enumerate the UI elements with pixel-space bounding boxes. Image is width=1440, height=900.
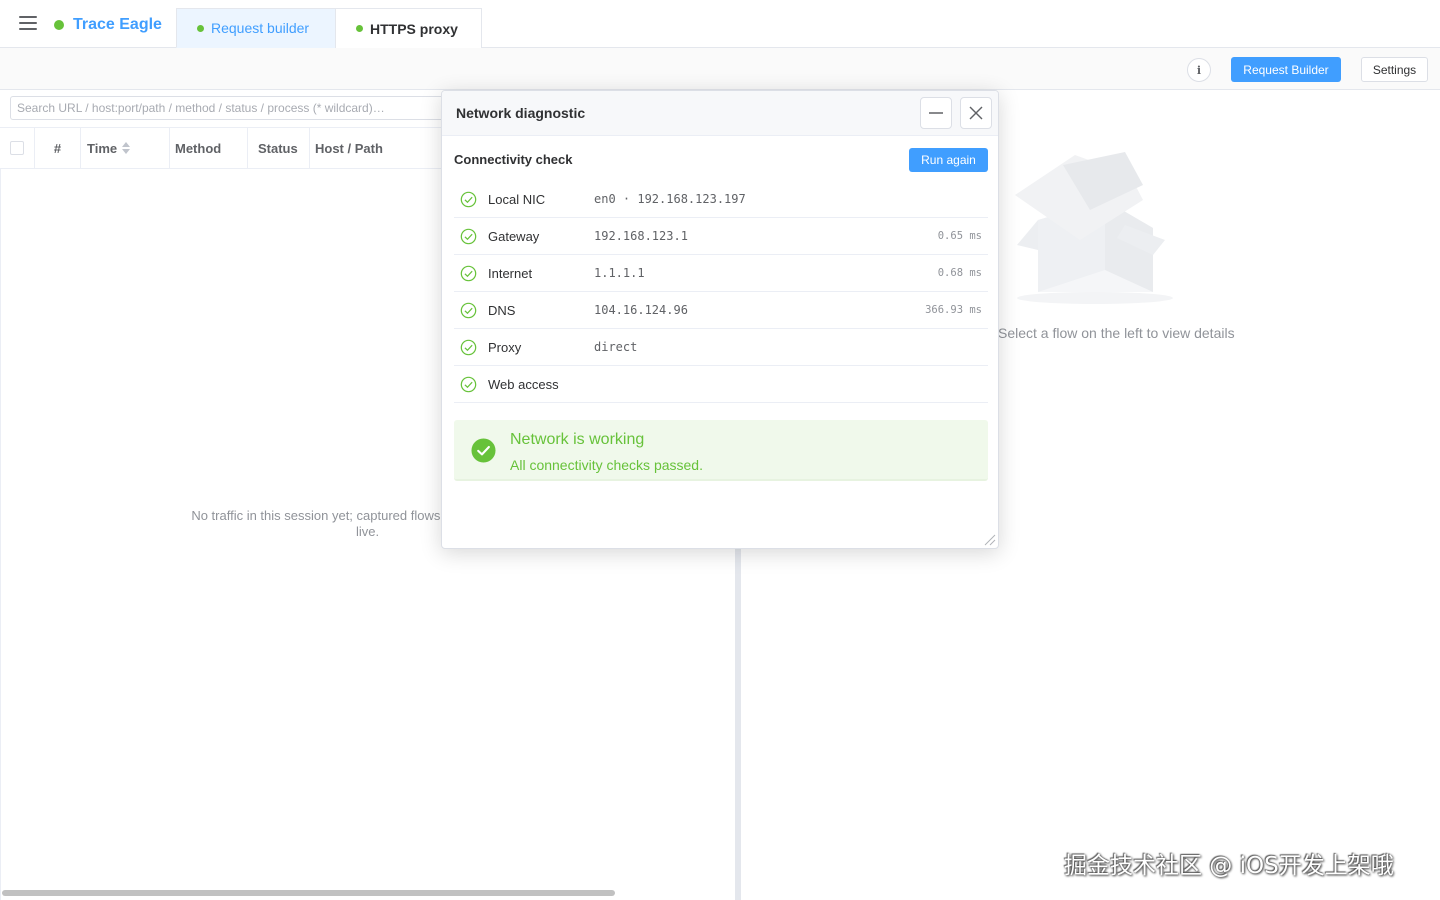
minimize-icon [929, 112, 943, 114]
check-value: 1.1.1.1 [594, 266, 645, 280]
check-value: 104.16.124.96 [594, 303, 688, 317]
check-name: Local NIC [488, 192, 546, 207]
minimize-button[interactable] [920, 97, 952, 129]
column-header-status[interactable]: Status [248, 128, 310, 168]
check-circle-icon [460, 228, 477, 245]
toolbar: i Request Builder Settings [0, 48, 1440, 90]
status-dot-icon [54, 20, 64, 30]
tab-status-dot-icon [197, 24, 204, 32]
check-row-local-nic: Local NIC en0 · 192.168.123.197 [454, 181, 988, 218]
check-value: en0 · 192.168.123.197 [594, 192, 746, 206]
watermark: 掘金技术社区 @ iOS开发上架哦 [1064, 853, 1394, 879]
check-value: direct [594, 340, 638, 354]
dialog-title: Network diagnostic [456, 105, 586, 121]
close-button[interactable] [960, 97, 992, 129]
check-value: 192.168.123.1 [594, 229, 688, 243]
check-name: DNS [488, 303, 516, 318]
panel-border [0, 127, 1, 900]
tab-status-dot-icon [356, 25, 363, 32]
check-circle-icon [460, 339, 477, 356]
check-row-proxy: Proxy direct [454, 329, 988, 366]
success-check-icon [471, 438, 496, 463]
detail-empty-hint: Select a flow on the left to view detail… [998, 325, 1235, 341]
column-header-time[interactable]: Time [81, 128, 170, 168]
check-list: Local NIC en0 · 192.168.123.197 Gateway … [454, 181, 988, 403]
sort-icon[interactable] [122, 142, 131, 154]
tab-https-proxy[interactable]: HTTPS proxy [335, 8, 482, 48]
column-header-method[interactable]: Method [170, 128, 248, 168]
tab-label: HTTPS proxy [370, 20, 458, 37]
tab-label: Request builder [211, 20, 310, 36]
app-name: Trace Eagle [73, 16, 162, 33]
request-builder-button[interactable]: Request Builder [1231, 57, 1341, 82]
search-input[interactable] [10, 96, 450, 120]
run-again-button[interactable]: Run again [909, 148, 988, 172]
empty-box-icon [1015, 152, 1173, 304]
select-all-cell [0, 128, 35, 168]
column-header-host-path[interactable]: Host / Path [310, 128, 441, 168]
result-subtitle: All connectivity checks passed. [510, 457, 703, 473]
app-brand: Trace Eagle [54, 15, 162, 35]
column-header-index[interactable]: # [35, 128, 81, 168]
check-circle-icon [460, 265, 477, 282]
column-label: Method [175, 140, 222, 156]
check-circle-icon [460, 302, 477, 319]
settings-button[interactable]: Settings [1361, 57, 1428, 82]
select-all-checkbox[interactable] [10, 141, 24, 155]
horizontal-scrollbar[interactable] [2, 890, 615, 896]
check-circle-icon [460, 191, 477, 208]
check-row-internet: Internet 1.1.1.1 0.68 ms [454, 255, 988, 292]
hamburger-menu-icon[interactable] [19, 16, 37, 32]
info-icon[interactable]: i [1187, 58, 1211, 82]
network-diagnostic-dialog: Network diagnostic Connectivity check Ru… [441, 90, 999, 549]
tab-request-builder[interactable]: Request builder [176, 8, 336, 48]
check-row-dns: DNS 104.16.124.96 366.93 ms [454, 292, 988, 329]
column-label: Host / Path [315, 140, 383, 156]
check-row-gateway: Gateway 192.168.123.1 0.65 ms [454, 218, 988, 255]
section-title: Connectivity check [454, 152, 573, 167]
close-icon [969, 106, 983, 120]
check-name: Web access [488, 377, 559, 392]
check-name: Internet [488, 266, 533, 281]
top-bar: Trace Eagle Request builder HTTPS proxy [0, 0, 1440, 48]
resize-grip-icon[interactable] [982, 532, 996, 546]
dialog-header[interactable]: Network diagnostic [442, 91, 998, 136]
result-banner: Network is working All connectivity chec… [454, 420, 988, 481]
check-row-web-access: Web access [454, 366, 988, 403]
check-name: Proxy [488, 340, 522, 355]
check-latency: 0.68 ms [937, 267, 982, 279]
column-label: Status [258, 140, 298, 156]
check-latency: 366.93 ms [925, 304, 982, 316]
check-latency: 0.65 ms [937, 230, 982, 242]
column-label: # [53, 140, 62, 156]
column-label: Time [87, 140, 118, 156]
check-circle-icon [460, 376, 477, 393]
check-name: Gateway [488, 229, 540, 244]
result-title: Network is working [510, 431, 645, 448]
